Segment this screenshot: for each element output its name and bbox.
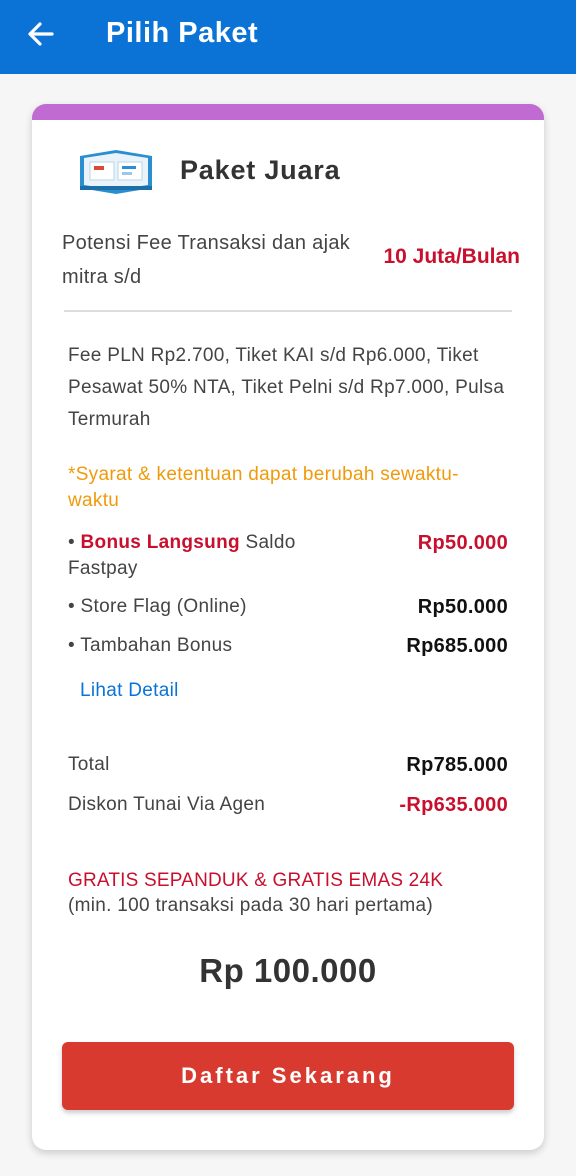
package-name: Paket Juara (180, 155, 341, 185)
bonus-row: • Bonus Langsung Saldo Fastpay Rp50.000 (68, 530, 508, 582)
bonus-row-label: • Tambahan Bonus (68, 635, 233, 656)
bonus-row-label: • Bonus Langsung Saldo Fastpay (68, 532, 296, 579)
package-price: Rp 100.000 (199, 952, 377, 989)
total-label: Total (68, 754, 110, 775)
bonus-row-value: Rp50.000 (417, 532, 508, 554)
fee-description: Fee PLN Rp2.700, Tiket KAI s/d Rp6.000, … (68, 345, 505, 430)
register-now-button[interactable]: Daftar Sekarang (62, 1042, 514, 1110)
free-bonus-note: (min. 100 transaksi pada 30 hari pertama… (68, 895, 434, 916)
potensi-value: 10 Juta/Bulan (383, 245, 520, 268)
potensi-label: Potensi Fee Transaksi dan ajak mitra s/d (62, 232, 351, 288)
bonus-row-label: • Store Flag (Online) (68, 596, 247, 617)
divider (64, 310, 512, 312)
bonus-highlight: Bonus Langsung (80, 532, 240, 553)
package-box-icon (76, 148, 154, 196)
app-bar: Pilih Paket (0, 0, 576, 74)
bonus-row: • Store Flag (Online) Rp50.000 (68, 594, 508, 620)
arrow-left-icon[interactable] (26, 19, 56, 49)
total-value: Rp785.000 (406, 754, 508, 776)
discount-label: Diskon Tunai Via Agen (68, 794, 266, 815)
discount-value: -Rp635.000 (399, 794, 508, 816)
bonus-row: • Tambahan Bonus Rp685.000 (68, 633, 508, 659)
terms-note: *Syarat & ketentuan dapat berubah sewakt… (68, 464, 459, 511)
free-bonus-text: GRATIS SEPANDUK & GRATIS EMAS 24K (68, 870, 444, 891)
bonus-row-value: Rp50.000 (417, 596, 508, 618)
discount-row: Diskon Tunai Via Agen -Rp635.000 (68, 792, 508, 818)
page-title: Pilih Paket (106, 17, 259, 49)
total-row: Total Rp785.000 (68, 752, 508, 778)
package-card: Paket Juara Potensi Fee Transaksi dan aj… (32, 104, 544, 1150)
card-accent-bar (32, 104, 544, 120)
bonus-row-value: Rp685.000 (406, 635, 508, 657)
lihat-detail-link[interactable]: Lihat Detail (80, 680, 179, 702)
